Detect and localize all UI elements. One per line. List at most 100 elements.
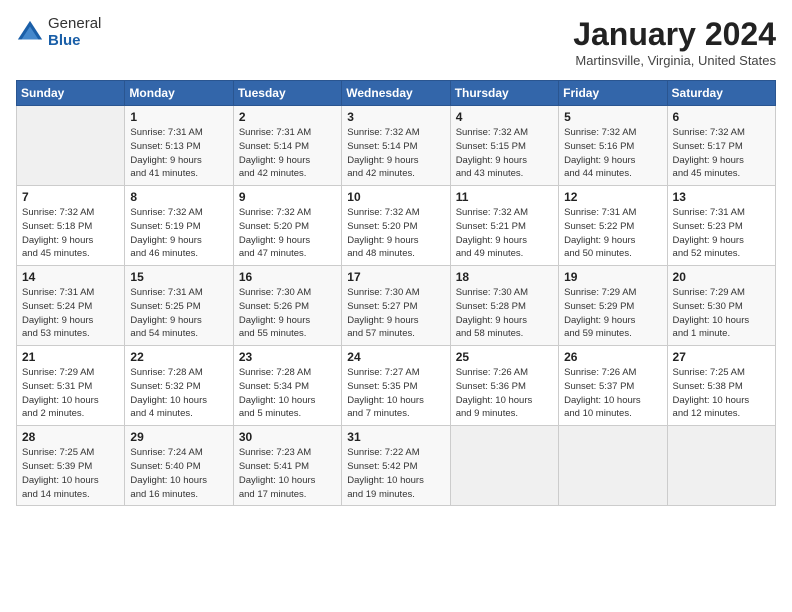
logo-text: General Blue (48, 16, 101, 49)
day-info: Sunrise: 7:22 AM Sunset: 5:42 PM Dayligh… (347, 446, 444, 501)
day-cell: 30Sunrise: 7:23 AM Sunset: 5:41 PM Dayli… (233, 426, 341, 506)
day-cell (667, 426, 775, 506)
day-cell: 24 Sunrise: 7:27 AM Sunset: 5:35 PM Dayli… (342, 346, 450, 426)
day-info: Sunrise: 7:32 AM Sunset: 5:20 PM Dayligh… (347, 206, 444, 261)
day-cell: 17 Sunrise: 7:30 AM Sunset: 5:27 PM Dayli… (342, 266, 450, 346)
day-number: 10 (347, 190, 444, 204)
day-cell: 28 Sunrise: 7:25 AM Sunset: 5:39 PM Dayli… (17, 426, 125, 506)
day-number: 1 (130, 110, 227, 124)
day-cell: 16Sunrise: 7:30 AM Sunset: 5:26 PM Dayli… (233, 266, 341, 346)
day-info: Sunrise: 7:23 AM Sunset: 5:41 PM Dayligh… (239, 446, 336, 501)
day-number: 22 (130, 350, 227, 364)
day-info: Sunrise: 7:30 AM Sunset: 5:28 PM Dayligh… (456, 286, 553, 341)
day-cell: 27Sunrise: 7:25 AM Sunset: 5:38 PM Dayli… (667, 346, 775, 426)
day-info: Sunrise: 7:31 AM Sunset: 5:25 PM Dayligh… (130, 286, 227, 341)
calendar-header-row: SundayMondayTuesdayWednesdayThursdayFrid… (17, 81, 776, 106)
week-row-5: 28 Sunrise: 7:25 AM Sunset: 5:39 PM Dayli… (17, 426, 776, 506)
day-number: 5 (564, 110, 661, 124)
day-number: 9 (239, 190, 336, 204)
day-info: Sunrise: 7:31 AM Sunset: 5:14 PM Dayligh… (239, 126, 336, 181)
header-monday: Monday (125, 81, 233, 106)
day-cell: 26 Sunrise: 7:26 AM Sunset: 5:37 PM Dayli… (559, 346, 667, 426)
day-cell: 31 Sunrise: 7:22 AM Sunset: 5:42 PM Dayli… (342, 426, 450, 506)
day-number: 19 (564, 270, 661, 284)
month-title: January 2024 (573, 16, 776, 53)
day-info: Sunrise: 7:30 AM Sunset: 5:26 PM Dayligh… (239, 286, 336, 341)
day-number: 20 (673, 270, 770, 284)
day-number: 17 (347, 270, 444, 284)
day-cell: 20Sunrise: 7:29 AM Sunset: 5:30 PM Dayli… (667, 266, 775, 346)
day-info: Sunrise: 7:24 AM Sunset: 5:40 PM Dayligh… (130, 446, 227, 501)
day-number: 31 (347, 430, 444, 444)
day-cell: 9Sunrise: 7:32 AM Sunset: 5:20 PM Daylig… (233, 186, 341, 266)
day-number: 6 (673, 110, 770, 124)
day-cell: 21Sunrise: 7:29 AM Sunset: 5:31 PM Dayli… (17, 346, 125, 426)
logo-icon (16, 19, 44, 47)
day-number: 12 (564, 190, 661, 204)
day-number: 25 (456, 350, 553, 364)
day-cell (559, 426, 667, 506)
day-info: Sunrise: 7:27 AM Sunset: 5:35 PM Dayligh… (347, 366, 444, 421)
logo-blue: Blue (48, 33, 101, 50)
day-number: 15 (130, 270, 227, 284)
day-number: 8 (130, 190, 227, 204)
day-info: Sunrise: 7:31 AM Sunset: 5:24 PM Dayligh… (22, 286, 119, 341)
day-cell: 15 Sunrise: 7:31 AM Sunset: 5:25 PM Dayli… (125, 266, 233, 346)
page-header: General Blue January 2024 Martinsville, … (16, 16, 776, 68)
day-cell: 8Sunrise: 7:32 AM Sunset: 5:19 PM Daylig… (125, 186, 233, 266)
day-number: 14 (22, 270, 119, 284)
day-info: Sunrise: 7:31 AM Sunset: 5:23 PM Dayligh… (673, 206, 770, 261)
day-info: Sunrise: 7:32 AM Sunset: 5:15 PM Dayligh… (456, 126, 553, 181)
day-cell: 6 Sunrise: 7:32 AM Sunset: 5:17 PM Daylig… (667, 106, 775, 186)
day-number: 2 (239, 110, 336, 124)
week-row-1: 1 Sunrise: 7:31 AM Sunset: 5:13 PM Daylig… (17, 106, 776, 186)
day-number: 23 (239, 350, 336, 364)
day-cell: 25 Sunrise: 7:26 AM Sunset: 5:36 PM Dayli… (450, 346, 558, 426)
day-number: 21 (22, 350, 119, 364)
day-number: 18 (456, 270, 553, 284)
logo-general: General (48, 16, 101, 33)
day-info: Sunrise: 7:28 AM Sunset: 5:34 PM Dayligh… (239, 366, 336, 421)
day-number: 26 (564, 350, 661, 364)
day-info: Sunrise: 7:29 AM Sunset: 5:29 PM Dayligh… (564, 286, 661, 341)
header-thursday: Thursday (450, 81, 558, 106)
day-cell: 1 Sunrise: 7:31 AM Sunset: 5:13 PM Daylig… (125, 106, 233, 186)
day-info: Sunrise: 7:31 AM Sunset: 5:13 PM Dayligh… (130, 126, 227, 181)
day-number: 3 (347, 110, 444, 124)
day-number: 13 (673, 190, 770, 204)
day-number: 7 (22, 190, 119, 204)
day-number: 27 (673, 350, 770, 364)
day-info: Sunrise: 7:32 AM Sunset: 5:17 PM Dayligh… (673, 126, 770, 181)
day-info: Sunrise: 7:32 AM Sunset: 5:14 PM Dayligh… (347, 126, 444, 181)
week-row-4: 21Sunrise: 7:29 AM Sunset: 5:31 PM Dayli… (17, 346, 776, 426)
location: Martinsville, Virginia, United States (573, 53, 776, 68)
day-number: 11 (456, 190, 553, 204)
day-info: Sunrise: 7:26 AM Sunset: 5:36 PM Dayligh… (456, 366, 553, 421)
day-cell (17, 106, 125, 186)
day-cell (450, 426, 558, 506)
day-info: Sunrise: 7:30 AM Sunset: 5:27 PM Dayligh… (347, 286, 444, 341)
day-cell: 18 Sunrise: 7:30 AM Sunset: 5:28 PM Dayli… (450, 266, 558, 346)
day-info: Sunrise: 7:25 AM Sunset: 5:39 PM Dayligh… (22, 446, 119, 501)
header-friday: Friday (559, 81, 667, 106)
day-cell: 10 Sunrise: 7:32 AM Sunset: 5:20 PM Dayli… (342, 186, 450, 266)
day-number: 24 (347, 350, 444, 364)
day-cell: 4Sunrise: 7:32 AM Sunset: 5:15 PM Daylig… (450, 106, 558, 186)
day-cell: 7 Sunrise: 7:32 AM Sunset: 5:18 PM Daylig… (17, 186, 125, 266)
day-cell: 14 Sunrise: 7:31 AM Sunset: 5:24 PM Dayli… (17, 266, 125, 346)
header-saturday: Saturday (667, 81, 775, 106)
day-info: Sunrise: 7:32 AM Sunset: 5:18 PM Dayligh… (22, 206, 119, 261)
header-tuesday: Tuesday (233, 81, 341, 106)
title-block: January 2024 Martinsville, Virginia, Uni… (573, 16, 776, 68)
day-info: Sunrise: 7:32 AM Sunset: 5:16 PM Dayligh… (564, 126, 661, 181)
day-info: Sunrise: 7:26 AM Sunset: 5:37 PM Dayligh… (564, 366, 661, 421)
day-info: Sunrise: 7:32 AM Sunset: 5:21 PM Dayligh… (456, 206, 553, 261)
header-sunday: Sunday (17, 81, 125, 106)
day-cell: 5 Sunrise: 7:32 AM Sunset: 5:16 PM Daylig… (559, 106, 667, 186)
day-cell: 22Sunrise: 7:28 AM Sunset: 5:32 PM Dayli… (125, 346, 233, 426)
day-cell: 3 Sunrise: 7:32 AM Sunset: 5:14 PM Daylig… (342, 106, 450, 186)
day-number: 28 (22, 430, 119, 444)
day-cell: 19 Sunrise: 7:29 AM Sunset: 5:29 PM Dayli… (559, 266, 667, 346)
day-cell: 2 Sunrise: 7:31 AM Sunset: 5:14 PM Daylig… (233, 106, 341, 186)
week-row-2: 7 Sunrise: 7:32 AM Sunset: 5:18 PM Daylig… (17, 186, 776, 266)
